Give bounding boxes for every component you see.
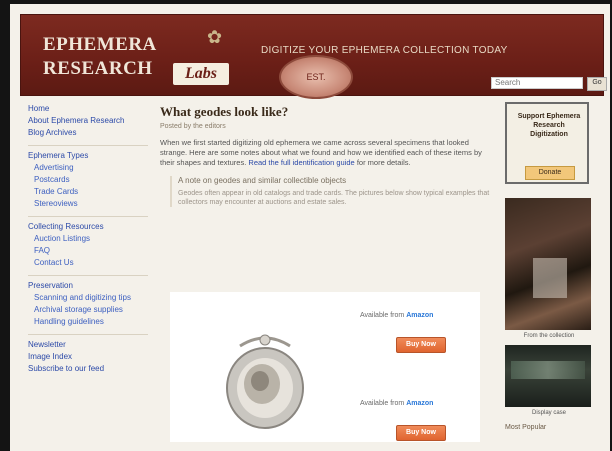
sidebar-link-scanning[interactable]: Scanning and digitizing tips [28,293,148,303]
search-input[interactable]: Search [491,77,583,89]
sidebar-group-preservation: Preservation Scanning and digitizing tip… [28,281,148,327]
section-heading: Most Popular [505,424,547,431]
sidebar-divider [28,275,148,276]
sidebar-link-home[interactable]: Home [28,104,148,114]
buy-label: Available from Amazon [360,400,470,407]
sidebar-link-advertising[interactable]: Advertising [28,163,148,173]
sidebar-link-contact[interactable]: Contact Us [28,258,148,268]
buy-row: Available from Amazon Buy Now [360,400,470,441]
sidebar-divider [28,334,148,335]
geode-product-image[interactable] [220,326,310,436]
post-paragraph: When we first started digitizing old eph… [160,138,490,168]
site-header: EPHEMERA RESEARCH ✿ Labs DIGITIZE YOUR E… [20,14,607,99]
collection-photo[interactable] [505,198,591,330]
quote-body: Geodes often appear in old catalogs and … [178,190,490,206]
photo-caption: From the collection [523,333,575,339]
buy-now-button[interactable]: Buy Now [396,425,446,441]
sidebar-group-misc: Newsletter Image Index Subscribe to our … [28,340,148,374]
sidebar-link-storage[interactable]: Archival storage supplies [28,305,148,315]
sidebar-group-main: Home About Ephemera Research Blog Archiv… [28,104,148,138]
display-case-photo[interactable] [505,345,591,407]
product-card: Available from Amazon Buy Now Available … [170,292,480,442]
sidebar-link-resources[interactable]: Collecting Resources [28,222,148,232]
buy-now-button[interactable]: Buy Now [396,337,446,353]
store-link[interactable]: Amazon [406,312,433,319]
sidebar-group-resources: Collecting Resources Auction Listings FA… [28,222,148,268]
header-tagline: DIGITIZE YOUR EPHEMERA COLLECTION TODAY [261,45,508,56]
sidebar-group-types: Ephemera Types Advertising Postcards Tra… [28,151,148,209]
sidebar-link-preservation[interactable]: Preservation [28,281,148,291]
logo-badge: Labs [173,63,229,85]
sidebar-link-stereoviews[interactable]: Stereoviews [28,199,148,209]
post-meta: Posted by the editors [160,123,226,130]
sidebar-link-newsletter[interactable]: Newsletter [28,340,148,350]
search-button[interactable]: Go [587,77,607,91]
sidebar-link-types[interactable]: Ephemera Types [28,151,148,161]
post-paragraph-tail: for more details. [356,158,411,167]
ad-text: Support Ephemera Research Digitization [517,113,581,138]
sidebar-divider [28,216,148,217]
sidebar-link-archives[interactable]: Blog Archives [28,128,148,138]
sidebar-link-auctions[interactable]: Auction Listings [28,234,148,244]
buy-label-text: Available from [360,312,405,319]
store-link[interactable]: Amazon [406,400,433,407]
sidebar-link-postcards[interactable]: Postcards [28,175,148,185]
guide-link[interactable]: Read the full identification guide [248,158,354,167]
photo-caption: Display case [531,410,566,416]
donation-ad[interactable]: Support Ephemera Research Digitization D… [505,102,589,184]
header-seal: EST. [279,55,353,99]
sidebar-link-handling[interactable]: Handling guidelines [28,317,148,327]
left-sidebar: Home About Ephemera Research Blog Archiv… [28,104,148,381]
blockquote: A note on geodes and similar collectible… [170,176,490,207]
sidebar-link-subscribe[interactable]: Subscribe to our feed [28,364,148,374]
sidebar-link-trade-cards[interactable]: Trade Cards [28,187,148,197]
main-content: What geodes look like? Posted by the edi… [160,104,490,444]
post-title[interactable]: What geodes look like? [160,104,490,120]
right-sidebar: Support Ephemera Research Digitization D… [505,102,593,431]
leaf-icon: ✿ [207,27,223,47]
sidebar-link-about[interactable]: About Ephemera Research [28,116,148,126]
donate-button[interactable]: Donate [525,166,575,180]
sidebar-divider [28,145,148,146]
quote-heading: A note on geodes and similar collectible… [178,176,347,185]
buy-row: Available from Amazon Buy Now [360,312,470,353]
sidebar-link-faq[interactable]: FAQ [28,246,148,256]
buy-label: Available from Amazon [360,312,470,319]
web-page: EPHEMERA RESEARCH ✿ Labs DIGITIZE YOUR E… [10,4,610,451]
logo-line-1: EPHEMERA [43,34,157,55]
buy-label-text: Available from [360,400,405,407]
sidebar-link-image-index[interactable]: Image Index [28,352,148,362]
site-logo[interactable]: EPHEMERA RESEARCH [43,33,157,81]
logo-line-2: RESEARCH [43,58,153,79]
